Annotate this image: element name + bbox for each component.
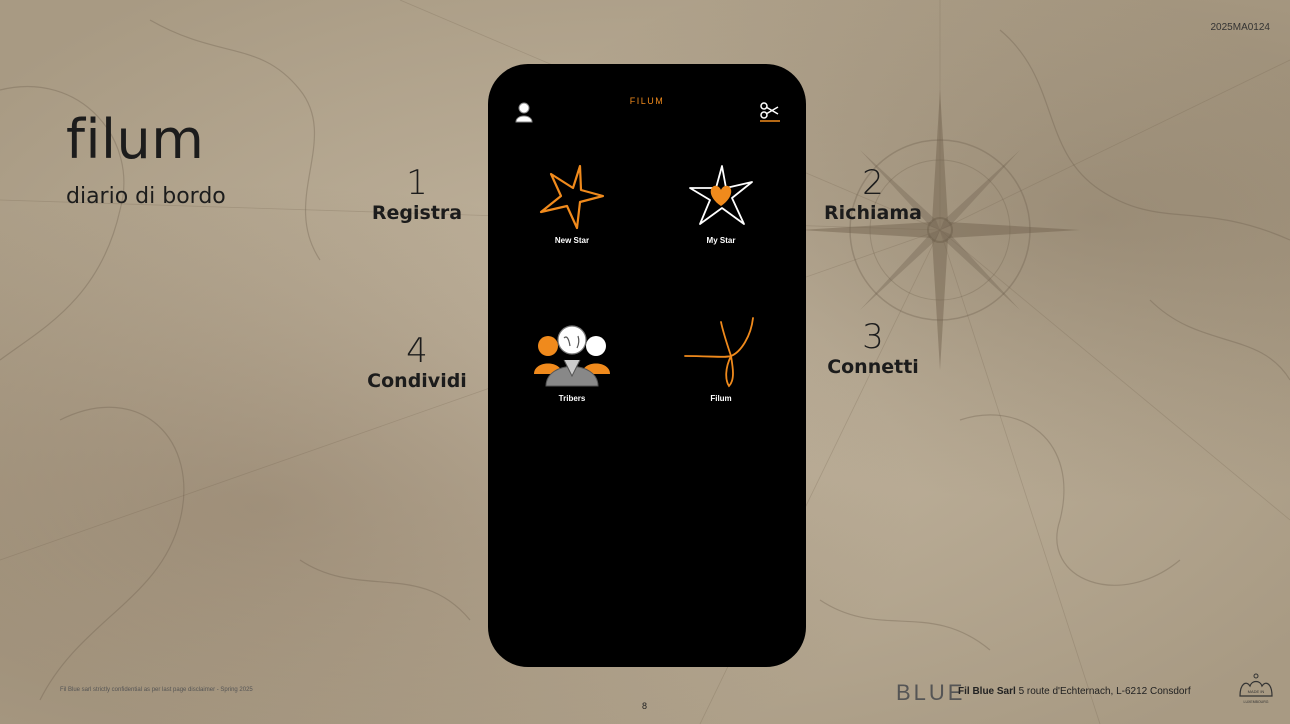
made-in-luxembourg-seal: MADE IN LUXEMBOURG bbox=[1239, 673, 1273, 704]
step-number: 1 bbox=[406, 163, 428, 203]
scissors-icon[interactable] bbox=[758, 100, 782, 124]
step-number: 4 bbox=[406, 331, 428, 371]
phone-mockup: FILUM New Star My Star Tribers Filum bbox=[488, 64, 806, 667]
step-number: 2 bbox=[862, 163, 884, 203]
step-label: Richiama bbox=[824, 202, 922, 224]
tile-label: Filum bbox=[710, 394, 732, 403]
svg-text:MADE IN: MADE IN bbox=[1248, 689, 1265, 694]
step-label: Condividi bbox=[367, 370, 467, 392]
slide: 2025MA0124 filum diario di bordo 1 Regis… bbox=[0, 0, 1290, 724]
tile-label: New Star bbox=[554, 236, 590, 245]
step-1: 1 Registra bbox=[352, 164, 482, 224]
brand-subtitle: diario di bordo bbox=[66, 184, 226, 209]
page-number: 8 bbox=[642, 701, 648, 711]
tile-new-star[interactable]: New Star bbox=[517, 162, 627, 245]
company-address: 5 route d'Echternach, L-6212 Consdorf bbox=[1018, 686, 1191, 697]
people-group-icon bbox=[534, 325, 610, 387]
blue-logo: BLUE bbox=[896, 680, 966, 705]
step-3: 3 Connetti bbox=[808, 318, 938, 378]
step-label: Registra bbox=[371, 202, 463, 224]
star-outline-icon bbox=[539, 164, 605, 230]
brand-title: filum bbox=[66, 108, 205, 171]
tile-filum[interactable]: Filum bbox=[666, 316, 776, 403]
document-reference: 2025MA0124 bbox=[1210, 22, 1271, 33]
confidential-note: Fil Blue sarl strictly confidential as p… bbox=[60, 687, 253, 693]
step-2: 2 Richiama bbox=[808, 164, 938, 224]
tile-label: Tribers bbox=[558, 394, 586, 403]
step-label: Connetti bbox=[827, 356, 919, 378]
company-info: Fil Blue Sarl 5 route d'Echternach, L-62… bbox=[958, 686, 1191, 697]
star-heart-icon bbox=[689, 165, 753, 225]
tile-tribers[interactable]: Tribers bbox=[517, 316, 627, 403]
user-icon[interactable] bbox=[512, 100, 536, 124]
company-name: Fil Blue Sarl bbox=[958, 686, 1016, 697]
tile-label: My Star bbox=[706, 236, 736, 245]
tile-my-star[interactable]: My Star bbox=[666, 162, 776, 245]
step-number: 3 bbox=[862, 317, 884, 357]
thread-icon bbox=[684, 317, 754, 388]
step-4: 4 Condividi bbox=[352, 332, 482, 392]
svg-text:LUXEMBOURG: LUXEMBOURG bbox=[1244, 700, 1269, 704]
